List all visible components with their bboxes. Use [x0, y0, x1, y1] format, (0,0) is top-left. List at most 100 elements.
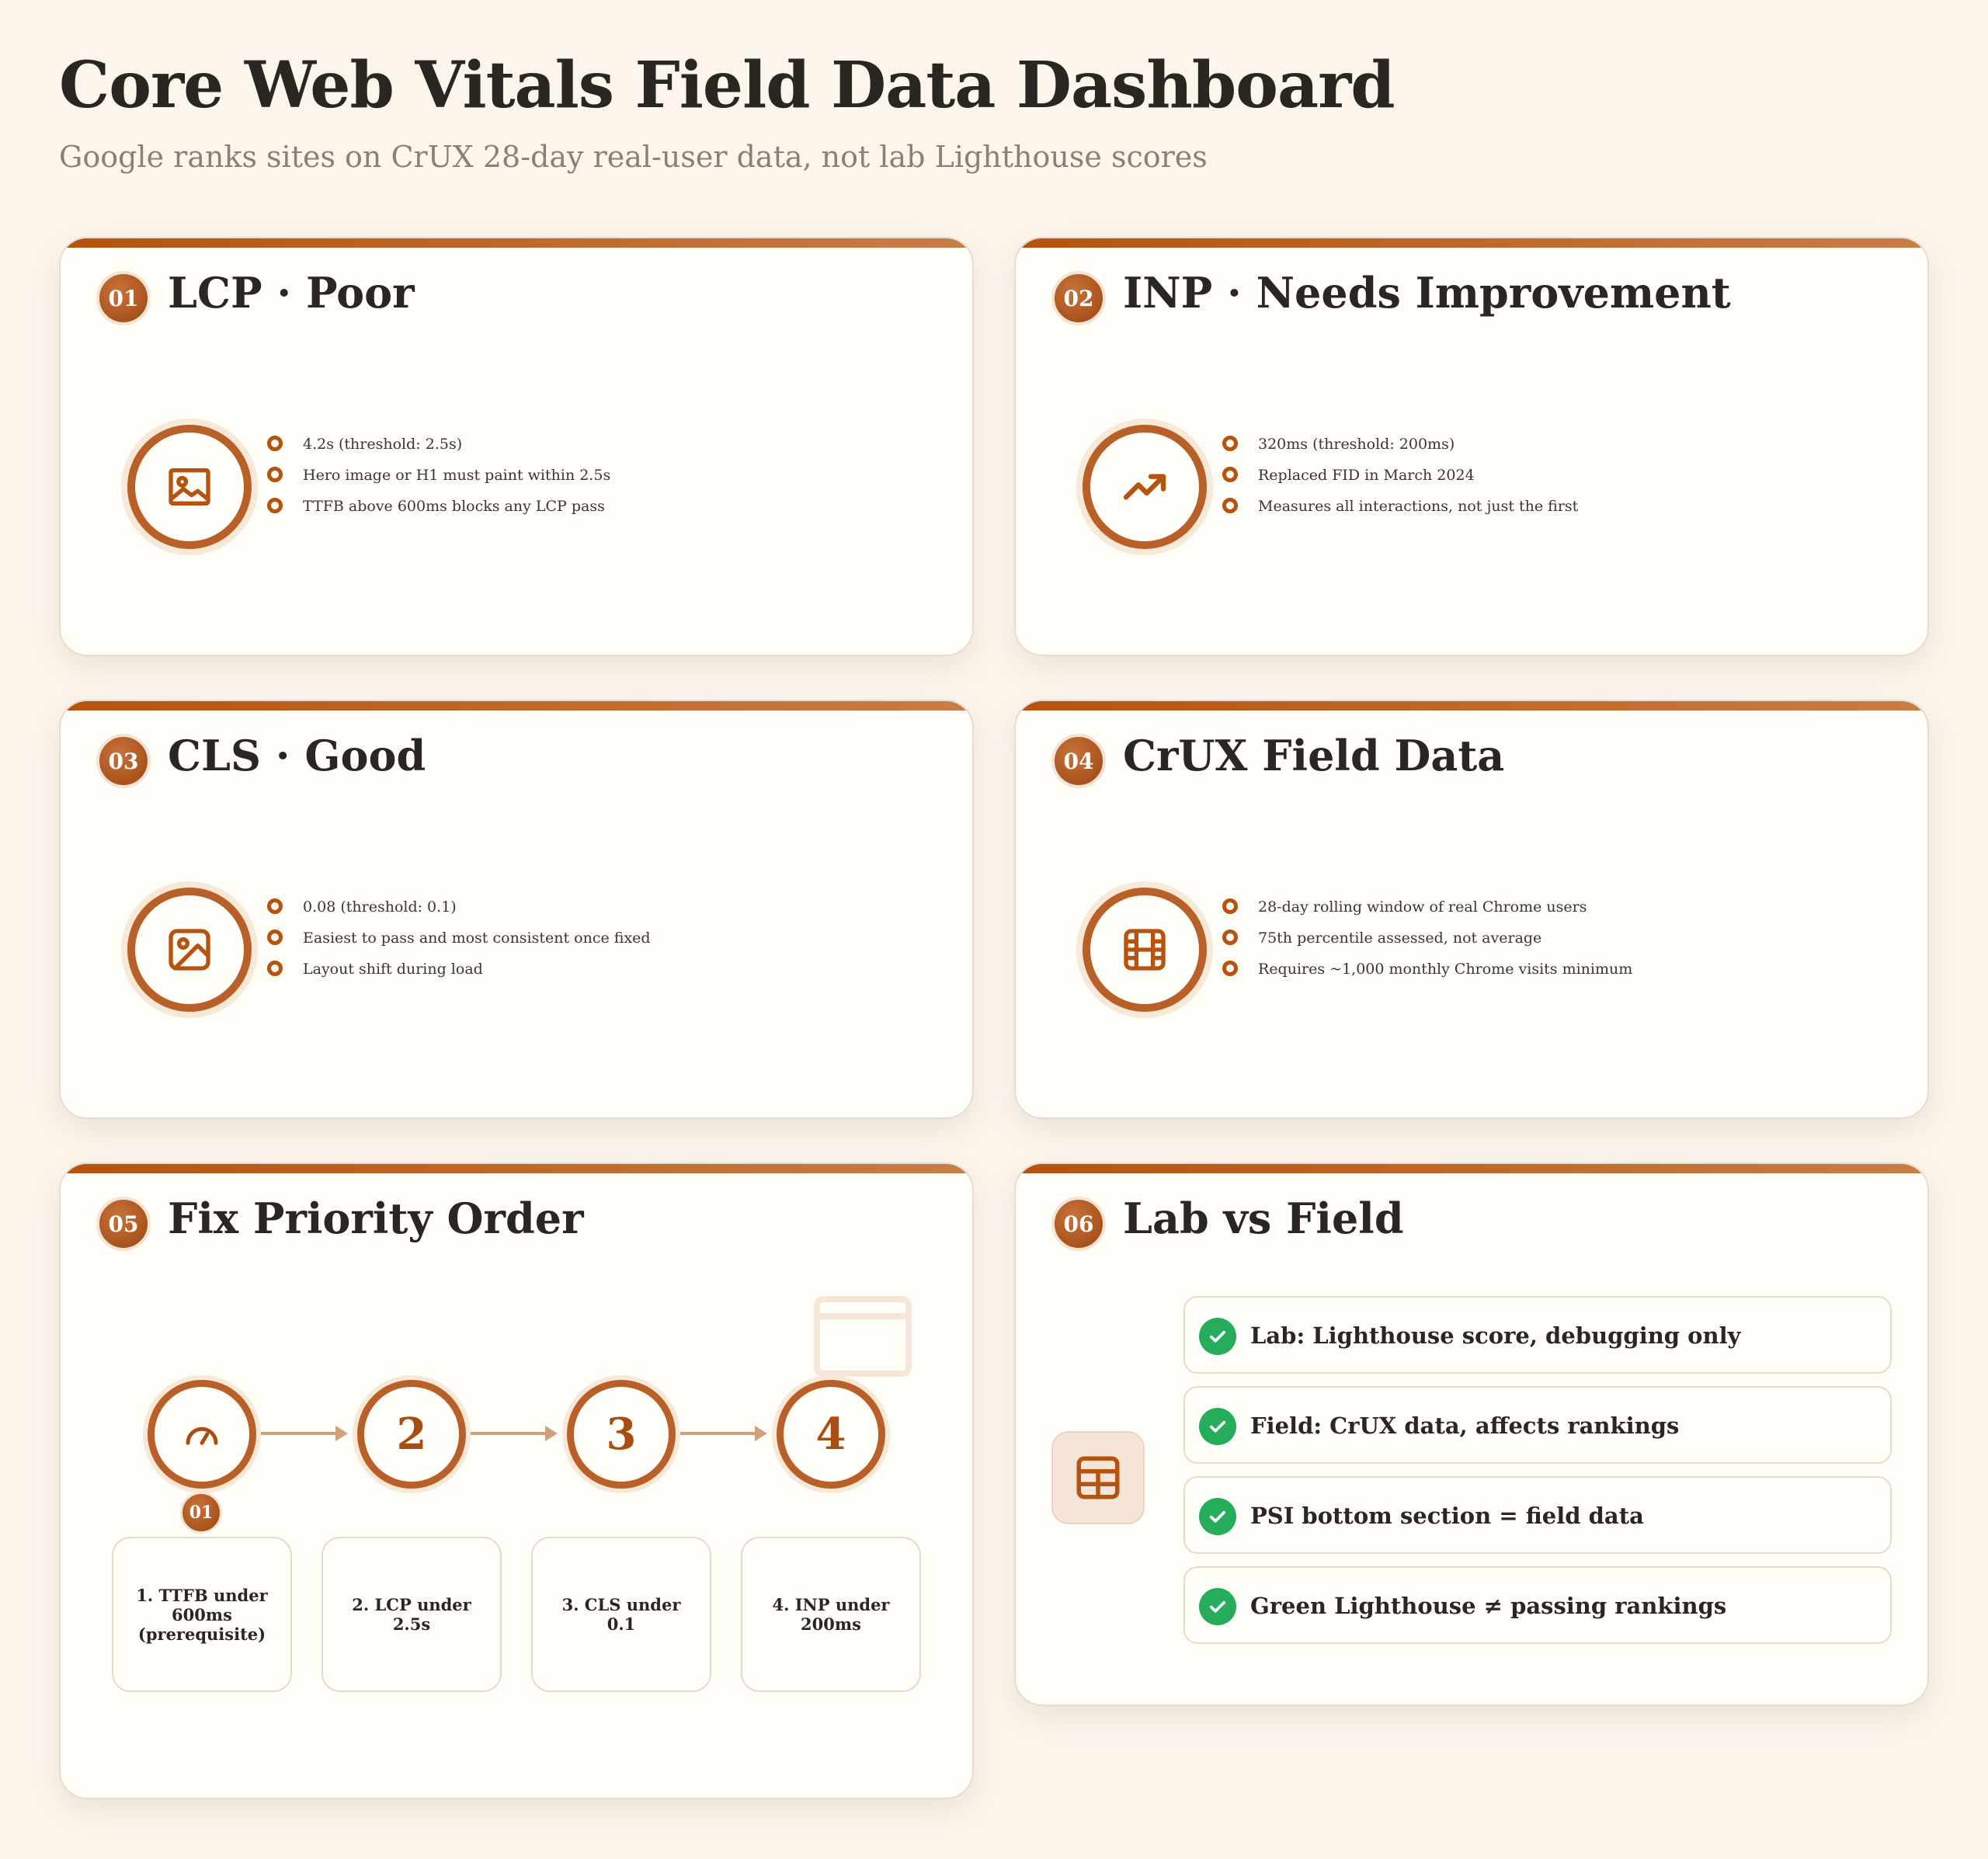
- step-1-box: 1. TTFB under 600ms (prerequisite): [112, 1537, 292, 1692]
- bullet-dot: [267, 467, 283, 482]
- card-title: LCP · Poor: [168, 268, 415, 318]
- gauge-icon: [186, 1426, 218, 1445]
- bullet-text: 28-day rolling window of real Chrome use…: [1258, 898, 1587, 916]
- bullet-text: Hero image or H1 must paint within 2.5s: [303, 467, 611, 484]
- bullet-list: 0.08 (threshold: 0.1) Easiest to pass an…: [267, 897, 651, 990]
- bullet-list: 4.2s (threshold: 2.5s) Hero image or H1 …: [267, 434, 610, 527]
- step-label: 3. CLS under 0.1: [561, 1595, 681, 1634]
- step-label: 4. INP under 200ms: [772, 1595, 890, 1634]
- bullet-dot: [267, 436, 283, 451]
- check-icon: [1199, 1588, 1236, 1625]
- card-inp: 02 INP · Needs Improvement 320ms (thresh…: [1014, 237, 1929, 656]
- list-item: 75th percentile assessed, not average: [1222, 928, 1632, 959]
- metric-ring: [1083, 425, 1207, 549]
- check-text: Lab: Lighthouse score, debugging only: [1250, 1322, 1741, 1349]
- page-title: Core Web Vitals Field Data Dashboard: [59, 48, 1395, 123]
- bullet-dot: [1222, 898, 1238, 914]
- list-item: Layout shift during load: [267, 959, 651, 990]
- card-crux: 04 CrUX Field Data 28-day rolling window…: [1014, 700, 1929, 1119]
- step-label: 2. LCP under 2.5s: [352, 1595, 471, 1634]
- trending-up-icon: [1123, 474, 1166, 500]
- card-fix-priority: 05 Fix Priority Order 2 3 4 01 1. TTFB u…: [59, 1162, 974, 1799]
- card-title: CrUX Field Data: [1123, 731, 1505, 780]
- list-item: Easiest to pass and most consistent once…: [267, 928, 651, 959]
- step-2-box: 2. LCP under 2.5s: [321, 1537, 502, 1692]
- bullet-dot: [1222, 930, 1238, 945]
- step-4-box: 4. INP under 200ms: [741, 1537, 921, 1692]
- card-number-badge: 01: [96, 271, 151, 325]
- step-3-ring: 3: [567, 1380, 676, 1489]
- list-item: Requires ~1,000 monthly Chrome visits mi…: [1222, 959, 1632, 990]
- bullet-text: 75th percentile assessed, not average: [1258, 930, 1542, 947]
- step-4-ring: 4: [777, 1380, 885, 1489]
- bullet-text: 0.08 (threshold: 0.1): [303, 898, 457, 916]
- table-icon: [1076, 1456, 1120, 1499]
- table-tile: [1051, 1431, 1145, 1524]
- step-label: 1. TTFB under 600ms (prerequisite): [136, 1585, 268, 1644]
- metric-ring: [127, 425, 252, 549]
- check-icon: [1199, 1318, 1236, 1355]
- bullet-text: Requires ~1,000 monthly Chrome visits mi…: [1258, 961, 1633, 978]
- bullet-text: Replaced FID in March 2024: [1258, 467, 1475, 484]
- browser-window-icon: [814, 1296, 912, 1377]
- card-title: CLS · Good: [168, 731, 426, 780]
- step-1-ring: [148, 1380, 256, 1489]
- list-item: 0.08 (threshold: 0.1): [267, 897, 651, 928]
- bullet-dot: [1222, 498, 1238, 513]
- bullet-dot: [267, 930, 283, 945]
- list-item: Hero image or H1 must paint within 2.5s: [267, 465, 610, 496]
- card-number-badge: 06: [1051, 1197, 1106, 1251]
- card-number-badge: 05: [96, 1197, 151, 1251]
- bullet-list: 28-day rolling window of real Chrome use…: [1222, 897, 1632, 990]
- image-frame-icon: [169, 929, 210, 971]
- bullet-dot: [1222, 436, 1238, 451]
- bullet-list: 320ms (threshold: 200ms) Replaced FID in…: [1222, 434, 1578, 527]
- list-item: 320ms (threshold: 200ms): [1222, 434, 1578, 465]
- bullet-text: Measures all interactions, not just the …: [1258, 498, 1579, 515]
- check-item: Lab: Lighthouse score, debugging only: [1183, 1296, 1892, 1374]
- active-step-badge: 01: [180, 1492, 222, 1534]
- list-item: 4.2s (threshold: 2.5s): [267, 434, 610, 465]
- step-arrow: [680, 1426, 767, 1441]
- card-title: Fix Priority Order: [168, 1194, 584, 1243]
- bullet-dot: [1222, 467, 1238, 482]
- step-arrow: [261, 1426, 348, 1441]
- check-icon: [1199, 1498, 1236, 1535]
- bullet-text: 4.2s (threshold: 2.5s): [303, 436, 463, 453]
- check-icon: [1199, 1408, 1236, 1445]
- card-lab-vs-field: 06 Lab vs Field Lab: Lighthouse score, d…: [1014, 1162, 1929, 1706]
- card-number-badge: 02: [1051, 271, 1106, 325]
- metric-ring: [127, 888, 252, 1012]
- card-number-badge: 03: [96, 734, 151, 788]
- list-item: 28-day rolling window of real Chrome use…: [1222, 897, 1632, 928]
- bullet-dot: [267, 898, 283, 914]
- list-item: Replaced FID in March 2024: [1222, 465, 1578, 496]
- list-item: Measures all interactions, not just the …: [1222, 496, 1578, 527]
- card-number-badge: 04: [1051, 734, 1106, 788]
- card-title: INP · Needs Improvement: [1123, 268, 1731, 318]
- bullet-text: 320ms (threshold: 200ms): [1258, 436, 1455, 453]
- check-item: Field: CrUX data, affects rankings: [1183, 1386, 1892, 1464]
- bullet-dot: [267, 498, 283, 513]
- step-2-ring: 2: [357, 1380, 466, 1489]
- bullet-text: TTFB above 600ms blocks any LCP pass: [303, 498, 605, 515]
- page-subtitle: Google ranks sites on CrUX 28-day real-u…: [59, 140, 1208, 174]
- image-icon: [169, 468, 210, 506]
- check-text: PSI bottom section = field data: [1250, 1503, 1644, 1529]
- list-item: TTFB above 600ms blocks any LCP pass: [267, 496, 610, 527]
- check-text: Green Lighthouse ≠ passing rankings: [1250, 1593, 1727, 1619]
- bullet-dot: [267, 961, 283, 976]
- bullet-text: Easiest to pass and most consistent once…: [303, 930, 651, 947]
- check-item: Green Lighthouse ≠ passing rankings: [1183, 1566, 1892, 1644]
- check-text: Field: CrUX data, affects rankings: [1250, 1412, 1680, 1439]
- metric-ring: [1083, 888, 1207, 1012]
- film-icon: [1124, 929, 1166, 971]
- card-lcp: 01 LCP · Poor 4.2s (threshold: 2.5s) Her…: [59, 237, 974, 656]
- step-3-box: 3. CLS under 0.1: [531, 1537, 711, 1692]
- check-item: PSI bottom section = field data: [1183, 1476, 1892, 1554]
- card-title: Lab vs Field: [1123, 1194, 1404, 1243]
- card-cls: 03 CLS · Good 0.08 (threshold: 0.1) Easi…: [59, 700, 974, 1119]
- bullet-text: Layout shift during load: [303, 961, 483, 978]
- bullet-dot: [1222, 961, 1238, 976]
- step-arrow: [471, 1426, 558, 1441]
